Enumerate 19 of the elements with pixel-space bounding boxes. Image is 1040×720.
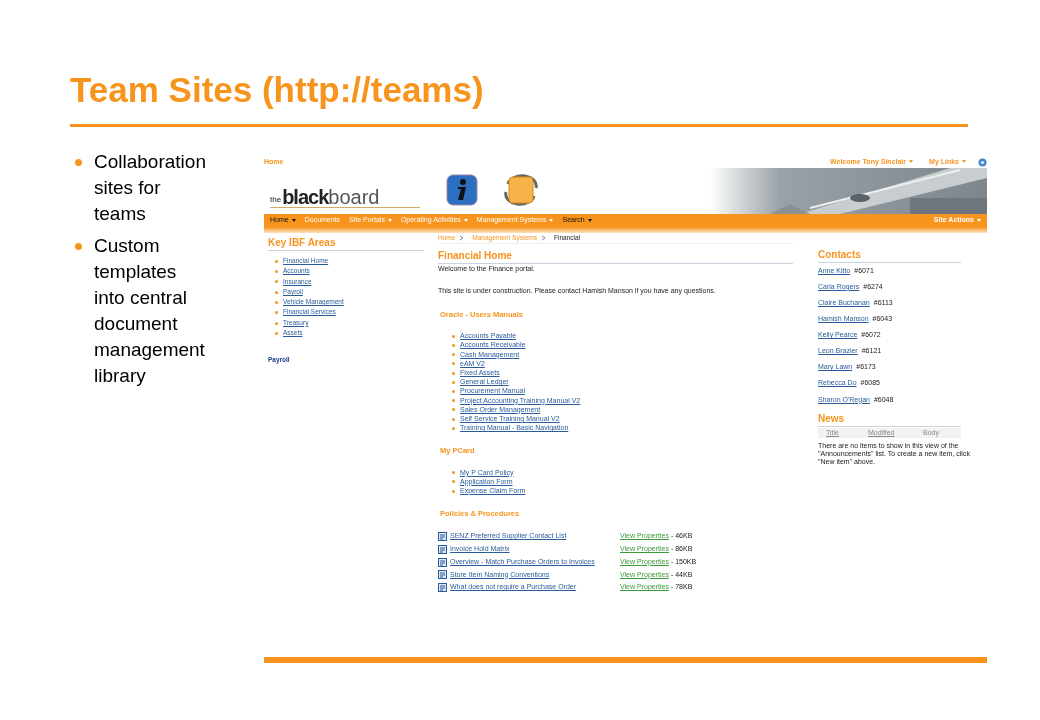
document-icon [438,544,447,554]
section-heading: News [818,410,961,427]
page-title: Financial Home [438,248,793,264]
chevron-icon [541,235,546,241]
logo: the blackboard [270,187,420,208]
slide-title: Team Sites (http://teams) [70,70,485,110]
document-icon [438,532,447,542]
document-icon [438,557,447,567]
bullet-text: Collaboration sites for teams [94,150,207,226]
document-icon [438,582,447,592]
info-icon [446,174,478,206]
help-icon [978,157,987,167]
chevron-icon [459,235,465,241]
section-heading: Contacts [818,247,961,263]
document-icon [438,570,447,580]
section-heading: Key IBF Areas [268,235,424,251]
bullet-icon [75,243,82,250]
bullet-icon [75,159,82,166]
bullet-text: Custom templates into central document management library [94,234,206,388]
